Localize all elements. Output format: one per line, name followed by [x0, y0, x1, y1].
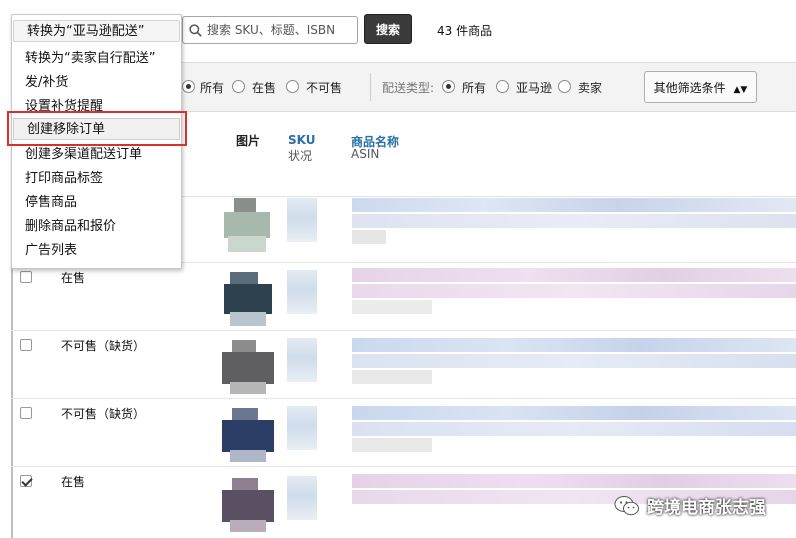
fulfillment-amazon-label: 亚马逊	[516, 81, 553, 95]
wechat-icon	[614, 495, 639, 515]
column-image: 图片	[236, 134, 261, 148]
sku-blurred	[287, 476, 317, 520]
row-checkbox[interactable]	[20, 339, 32, 351]
menu-item-delete-listing[interactable]: 删除商品和报价	[12, 216, 181, 238]
sku-blurred	[287, 198, 317, 242]
status-active-radio[interactable]	[232, 80, 245, 93]
status-active-label: 在售	[252, 81, 277, 95]
fulfillment-all-radio[interactable]	[442, 80, 455, 93]
product-name-blurred	[352, 268, 796, 314]
status-all-label: 所有	[200, 81, 225, 95]
sort-arrows-icon: ▲▼	[733, 84, 748, 95]
menu-item-stop-selling[interactable]: 停售商品	[12, 192, 181, 214]
product-image[interactable]	[220, 340, 276, 396]
search-input[interactable]	[207, 23, 347, 37]
product-image[interactable]	[220, 408, 276, 464]
filter-bar: 所有 在售 不可售 配送类型: 所有 亚马逊 卖家 其他筛选条件 ▲▼	[180, 62, 796, 112]
row-checkbox[interactable]	[20, 475, 32, 487]
watermark: 跨境电商张志强	[614, 493, 766, 518]
fulfillment-type-label: 配送类型:	[382, 81, 435, 95]
product-name-blurred	[352, 406, 796, 452]
row-checkbox[interactable]	[20, 407, 32, 419]
column-sku[interactable]: SKU	[288, 133, 315, 147]
table-header: 图片 SKU 状况 商品名称 ASIN	[180, 112, 796, 198]
product-name-blurred	[352, 338, 796, 384]
row-status: 不可售（缺货）	[61, 407, 146, 421]
header-divider	[180, 196, 796, 197]
product-name-blurred	[352, 198, 796, 244]
sku-blurred	[287, 338, 317, 382]
row-status: 在售	[61, 475, 86, 489]
column-asin: ASIN	[351, 147, 380, 161]
menu-item-send-replenish[interactable]: 发/补货	[12, 72, 181, 94]
column-status: 状况	[288, 149, 313, 163]
menu-item-multi-channel-order[interactable]: 创建多渠道配送订单	[12, 144, 181, 166]
other-filters-label: 其他筛选条件	[653, 80, 726, 95]
fulfillment-amazon-radio[interactable]	[496, 80, 509, 93]
menu-item-convert-to-fba[interactable]: 转换为“亚马逊配送”	[13, 20, 180, 42]
menu-item-convert-to-fbm[interactable]: 转换为“卖家自行配送”	[12, 48, 181, 70]
product-image[interactable]	[220, 478, 276, 534]
fulfillment-seller-radio[interactable]	[558, 80, 571, 93]
menu-item-ad-listings[interactable]: 广告列表	[12, 240, 181, 262]
watermark-text: 跨境电商张志强	[647, 498, 766, 518]
other-filters-button[interactable]: 其他筛选条件 ▲▼	[644, 71, 757, 103]
sku-blurred	[287, 270, 317, 314]
status-inactive-radio[interactable]	[286, 80, 299, 93]
product-image[interactable]	[220, 198, 276, 254]
status-inactive-label: 不可售	[306, 81, 343, 95]
search-button[interactable]: 搜索	[364, 14, 412, 44]
highlight-box	[7, 111, 187, 146]
search-icon	[189, 23, 202, 37]
row-status: 不可售（缺货）	[61, 339, 146, 353]
search-box[interactable]	[182, 16, 358, 44]
sku-blurred	[287, 406, 317, 450]
filter-divider	[370, 73, 371, 101]
fulfillment-all-label: 所有	[462, 81, 487, 95]
row-checkbox[interactable]	[20, 271, 32, 283]
fulfillment-seller-label: 卖家	[578, 81, 603, 95]
product-count: 43 件商品	[437, 24, 493, 38]
row-status: 在售	[61, 271, 86, 285]
product-image[interactable]	[220, 272, 276, 328]
status-all-radio[interactable]	[182, 80, 195, 93]
menu-item-print-labels[interactable]: 打印商品标签	[12, 168, 181, 190]
